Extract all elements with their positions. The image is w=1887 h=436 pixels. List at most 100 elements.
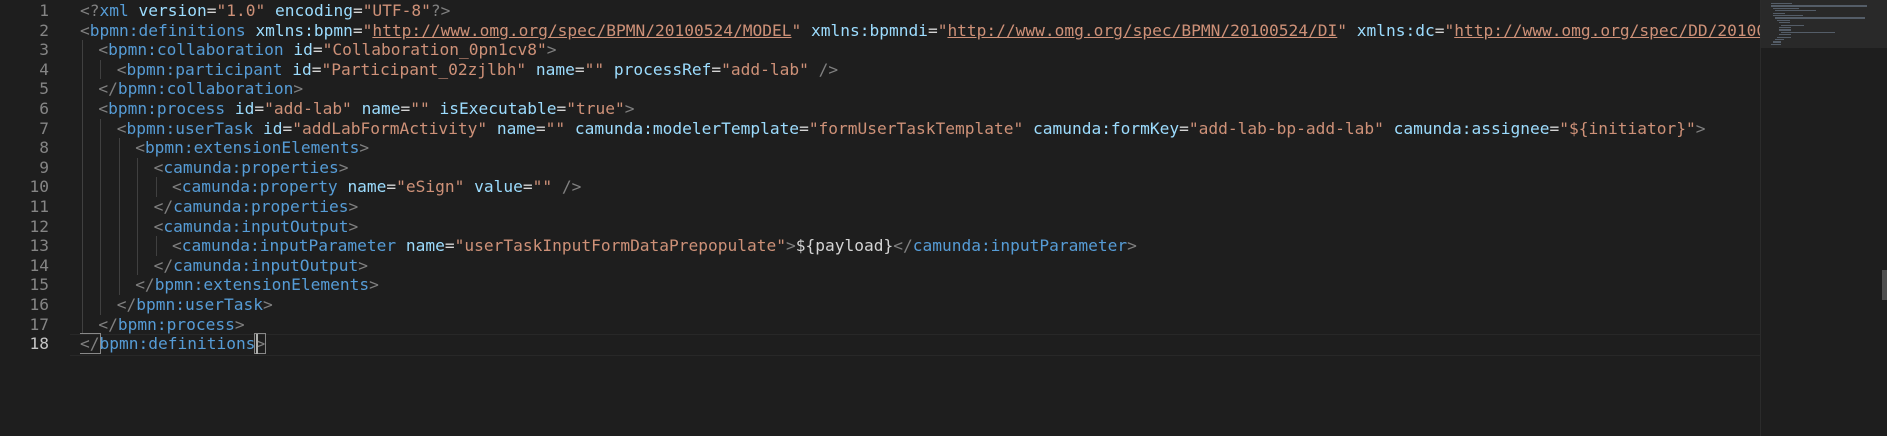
- code-token-punct: >: [348, 197, 359, 216]
- code-text-area[interactable]: <?xml version="1.0" encoding="UTF-8"?> <b…: [80, 0, 1760, 436]
- code-token-attr: name: [535, 59, 575, 79]
- indent-guide: [82, 79, 83, 99]
- minimap-line: [1773, 41, 1782, 43]
- code-token-attr: xmlns:bpmn: [255, 20, 353, 40]
- line-number-gutter[interactable]: 1 2 3 4 5 6 7 8 9 10 11 12 13 14 15 16 17 18: [0, 0, 70, 436]
- minimap-line: [1771, 3, 1792, 5]
- code-token-attr: id: [234, 99, 255, 118]
- indent-guide: [82, 157, 83, 178]
- minimap-line: [1779, 29, 1791, 31]
- minimap-line: [1777, 19, 1791, 21]
- minimap[interactable]: [1760, 0, 1887, 436]
- minimap-line: [1773, 7, 1799, 9]
- minimap-line: [1781, 24, 1805, 26]
- code-token-tag: bpmn:extensionElements: [154, 275, 370, 295]
- code-token-str: "UTF-8": [362, 1, 431, 20]
- indent-guide: [137, 236, 139, 256]
- code-token-tag: bpmn:participant: [126, 59, 283, 79]
- indent-guide: [118, 157, 120, 178]
- code-token-str: "addLabFormActivity": [292, 118, 488, 138]
- vertical-scrollbar-thumb[interactable]: [1882, 270, 1887, 300]
- code-token-punct: >: [786, 236, 796, 256]
- minimap-line: [1781, 31, 1836, 33]
- minimap-line: [1775, 17, 1865, 19]
- code-token-tag: camunda:inputParameter: [181, 236, 397, 256]
- indent-guide: [100, 255, 102, 276]
- code-token-punct: >: [1127, 236, 1137, 256]
- code-token-punct: <: [98, 40, 109, 60]
- minimap-line: [1779, 34, 1792, 36]
- indent-guide: [82, 177, 83, 197]
- code-token-attr: name: [361, 99, 401, 118]
- code-token-punct: <: [116, 118, 127, 138]
- line-number[interactable]: 18: [30, 332, 50, 356]
- code-token-str: "eSign": [396, 177, 465, 197]
- code-token-punct: />: [561, 177, 582, 197]
- indent-guide: [137, 177, 139, 197]
- code-token-tag: bpmn:userTask: [136, 295, 263, 314]
- code-token-tag: bpmn:userTask: [126, 118, 254, 138]
- code-editor[interactable]: 1 2 3 4 5 6 7 8 9 10 11 12 13 14 15 16 17 18 <?xml versio…: [0, 0, 1887, 436]
- minimap-line: [1773, 12, 1785, 14]
- code-token-str: "formUserTaskTemplate": [808, 118, 1024, 138]
- code-token-punct: </: [135, 275, 155, 295]
- minimap-line: [1775, 39, 1784, 41]
- code-token-tag: xml: [99, 1, 129, 20]
- code-token-tag: bpmn:extensionElements: [144, 138, 360, 158]
- code-token-punct: </: [80, 333, 101, 355]
- code-token-eq: =: [574, 59, 585, 79]
- code-token-punct: <?: [80, 1, 100, 20]
- text-cursor: [255, 334, 258, 355]
- code-token-eq: =: [400, 99, 411, 118]
- indent-guide: [100, 275, 102, 295]
- code-token-attr: name: [405, 236, 445, 256]
- code-token-eq: =: [556, 99, 567, 118]
- code-token-str: "Collaboration_0pn1cv8": [322, 40, 547, 60]
- code-token-eq: =: [444, 236, 455, 256]
- code-token-punct: >: [359, 138, 370, 158]
- code-token-punct: </: [893, 236, 913, 256]
- code-token-eq: =: [927, 20, 938, 40]
- code-token-punct: </: [98, 314, 118, 334]
- code-token-url: http://www.omg.org/spec/DD/2010052: [1454, 20, 1760, 40]
- minimap-line: [1779, 22, 1790, 24]
- code-token-attr: name: [347, 177, 387, 197]
- code-token-str: ": [1337, 20, 1348, 40]
- code-token-eq: =: [352, 1, 363, 20]
- code-token-attr: camunda:formKey: [1032, 118, 1180, 138]
- code-token-str: "add-lab": [264, 99, 352, 118]
- code-token-punct: >: [546, 40, 557, 60]
- code-token-str: "userTaskInputFormDataPrepopulate": [454, 236, 786, 256]
- indent-guide: [137, 216, 139, 237]
- code-token-str: "true": [566, 99, 625, 118]
- code-token-punct: >: [293, 79, 304, 99]
- code-token-str: ": [937, 20, 948, 40]
- code-token-str: "add-lab": [721, 59, 809, 79]
- code-token-eq: =: [1549, 118, 1560, 138]
- code-token-str: "${initiator}": [1559, 118, 1696, 138]
- indent-guide: [82, 216, 83, 237]
- minimap-line: [1773, 15, 1804, 17]
- code-token-tag: camunda:properties: [163, 157, 339, 177]
- code-line[interactable]: </bpmn:definitions>: [80, 332, 267, 356]
- indent-guide: [100, 118, 102, 139]
- code-token-eq: =: [522, 177, 533, 197]
- indent-guide: [82, 59, 83, 80]
- code-token-punct: </: [116, 295, 137, 314]
- code-token-attr: isExecutable: [439, 99, 557, 118]
- code-token-tag: bpmn:collaboration: [108, 40, 284, 60]
- code-token-attr: xmlns:bpmndi: [810, 20, 928, 40]
- minimap-line: [1771, 43, 1782, 45]
